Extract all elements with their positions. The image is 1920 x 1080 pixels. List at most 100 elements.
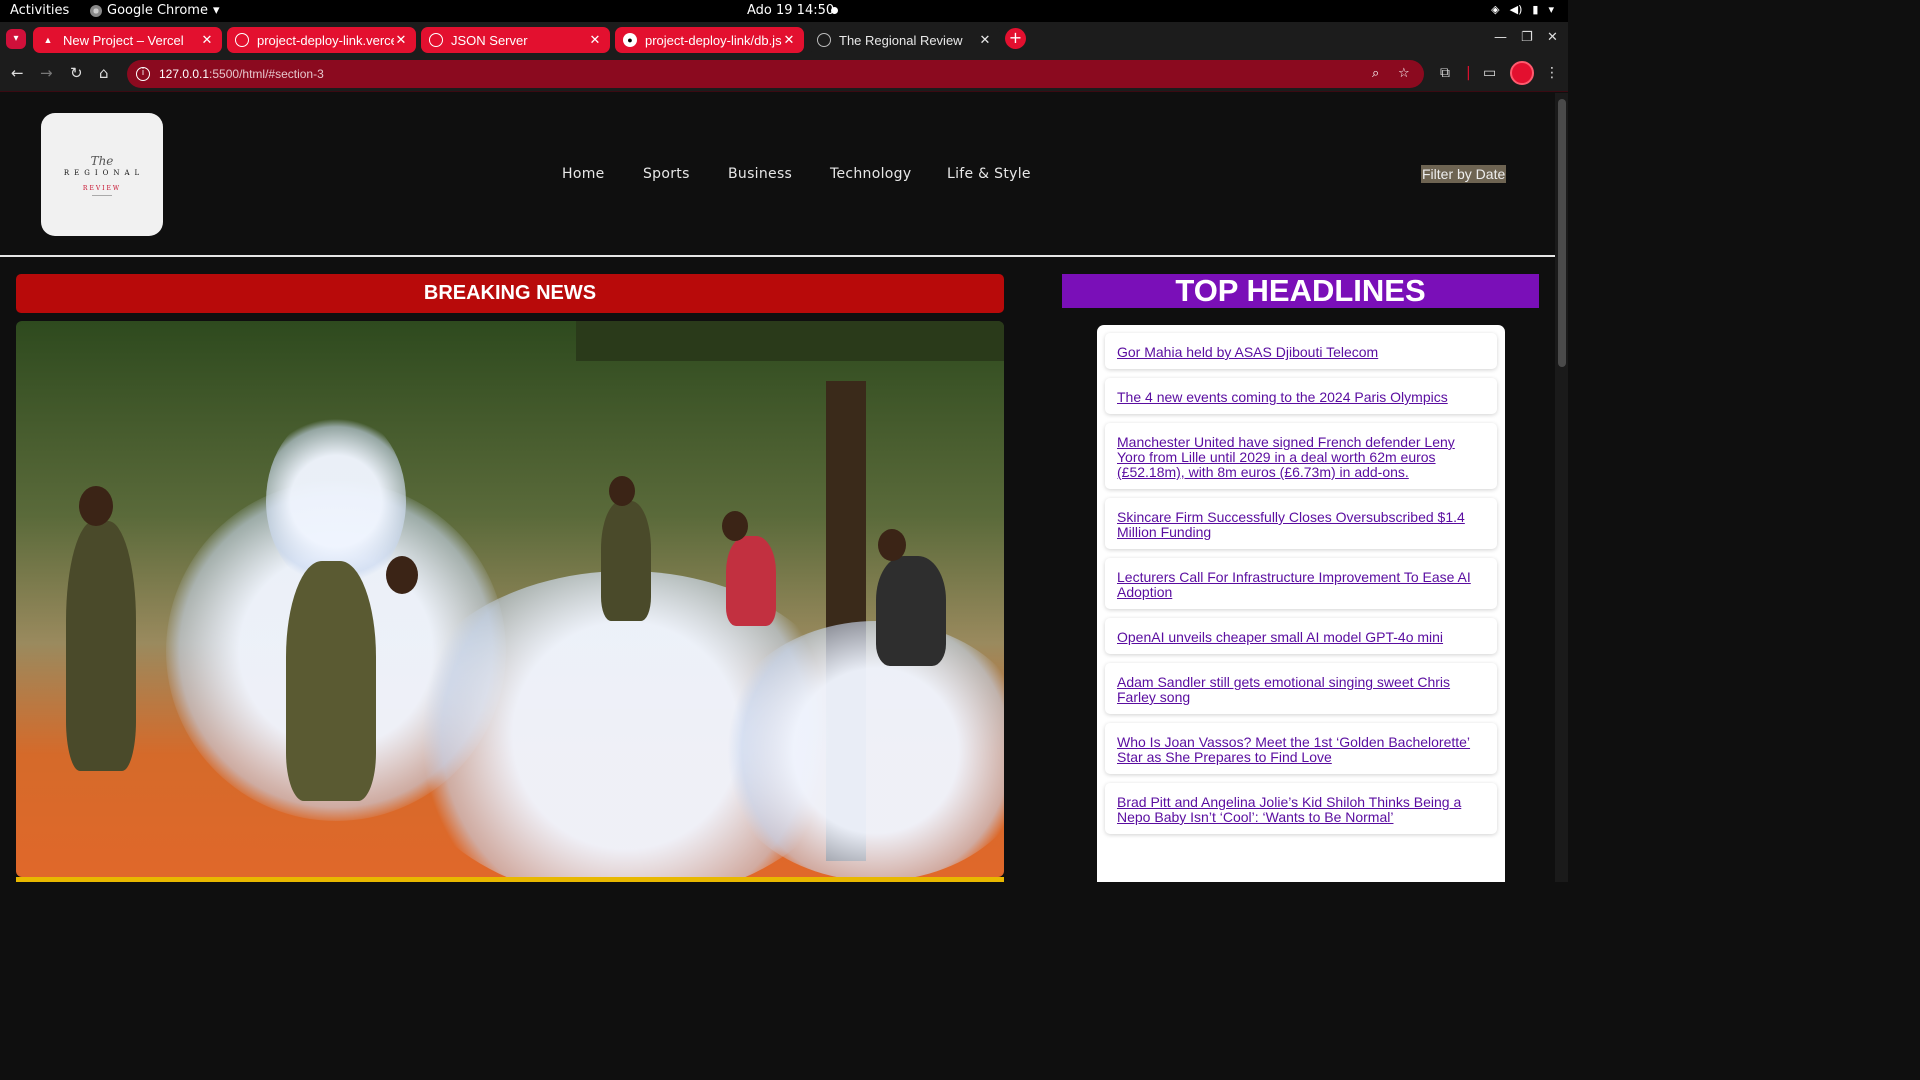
close-icon[interactable]: ✕: [394, 32, 408, 48]
tree-canopy: [576, 321, 1004, 361]
bystander-head: [878, 529, 906, 561]
top-headlines-title: TOP HEADLINES: [1062, 274, 1539, 308]
system-tray[interactable]: ◈ ◀) ▮ ▾: [1491, 3, 1554, 16]
site-logo[interactable]: The REGIONAL REVIEW: [41, 113, 163, 236]
nav-technology[interactable]: Technology: [830, 166, 911, 182]
headline-link[interactable]: OpenAI unveils cheaper small AI model GP…: [1117, 630, 1485, 645]
vercel-triangle-icon: ▲: [43, 35, 53, 45]
headline-link[interactable]: Who Is Joan Vassos? Meet the 1st ‘Golden…: [1117, 735, 1485, 765]
tab-title: The Regional Review: [839, 32, 963, 48]
bystander-figure: [876, 556, 946, 666]
headline-card: OpenAI unveils cheaper small AI model GP…: [1105, 618, 1497, 654]
back-arrow-icon[interactable]: ←: [11, 64, 24, 82]
chrome-icon: [90, 4, 102, 17]
separator-icon: |: [1466, 65, 1471, 81]
globe-icon: [817, 33, 831, 47]
close-icon[interactable]: ✕: [782, 32, 796, 48]
close-icon[interactable]: ✕: [588, 32, 602, 48]
tab-vercel[interactable]: ▲ New Project – Vercel ✕: [33, 27, 222, 53]
zoom-icon[interactable]: ⌕: [1372, 66, 1379, 81]
bystander-head: [609, 476, 635, 506]
volume-icon: ◀): [1509, 3, 1523, 16]
headline-card: Skincare Firm Successfully Closes Oversu…: [1105, 498, 1497, 549]
profile-avatar[interactable]: [1510, 61, 1534, 85]
headline-card: Manchester United have signed French def…: [1105, 423, 1497, 489]
address-bar[interactable]: i 127.0.0.1:5500/html/#section-3 ⌕ ☆: [127, 60, 1424, 88]
clock[interactable]: Ado 19 14:50: [747, 3, 834, 18]
headlines-panel: Gor Mahia held by ASAS Djibouti Telecom …: [1097, 325, 1505, 882]
tab-strip: ▾ ▲ New Project – Vercel ✕ project-deplo…: [0, 22, 1568, 56]
protester-figure: [66, 521, 136, 771]
reload-icon[interactable]: ↻: [70, 64, 83, 82]
logo-script-text: The: [90, 153, 114, 168]
bookmark-star-icon[interactable]: ☆: [1398, 66, 1410, 81]
extensions-puzzle-icon[interactable]: ⧉: [1440, 65, 1450, 81]
tab-title: project-deploy-link.vercel: [257, 32, 394, 48]
more-menu-icon[interactable]: ⋮: [1545, 65, 1559, 81]
maximize-icon[interactable]: ❐: [1521, 30, 1533, 45]
tab-regional-review[interactable]: The Regional Review ✕: [809, 27, 1000, 53]
nav-life-style[interactable]: Life & Style: [947, 166, 1031, 182]
site-header: The REGIONAL REVIEW Home Sports Business…: [0, 93, 1555, 257]
minimize-icon[interactable]: —: [1494, 30, 1507, 45]
headline-card: Who Is Joan Vassos? Meet the 1st ‘Golden…: [1105, 723, 1497, 774]
filter-by-date-button[interactable]: Filter by Date: [1421, 165, 1507, 183]
headline-link[interactable]: Gor Mahia held by ASAS Djibouti Telecom: [1117, 345, 1485, 360]
site-icon: [235, 33, 249, 47]
tab-json-server[interactable]: JSON Server ✕: [421, 27, 610, 53]
activities-button[interactable]: Activities: [10, 3, 69, 18]
close-window-icon[interactable]: ✕: [1547, 30, 1558, 45]
nav-home[interactable]: Home: [562, 166, 605, 182]
cast-icon[interactable]: ▭: [1483, 65, 1496, 81]
url-text[interactable]: 127.0.0.1:5500/html/#section-3: [159, 67, 324, 81]
headline-link[interactable]: Lecturers Call For Infrastructure Improv…: [1117, 570, 1485, 600]
tab-github-db[interactable]: ● project-deploy-link/db.js ✕: [615, 27, 804, 53]
tab-title: New Project – Vercel: [63, 32, 184, 48]
bystander-figure: [726, 536, 776, 626]
logo-main-text: REGIONAL: [63, 168, 145, 177]
notification-dot-icon: [831, 7, 838, 14]
bystander-head: [722, 511, 748, 541]
new-tab-button[interactable]: +: [1005, 28, 1026, 49]
headline-card: Brad Pitt and Angelina Jolie’s Kid Shilo…: [1105, 783, 1497, 834]
protester-figure: [286, 561, 376, 801]
headline-card: Adam Sandler still gets emotional singin…: [1105, 663, 1497, 714]
nav-sports[interactable]: Sports: [643, 166, 690, 182]
tab-project-deploy[interactable]: project-deploy-link.vercel ✕: [227, 27, 416, 53]
protester-head: [79, 486, 113, 526]
tab-title: project-deploy-link/db.js: [645, 32, 782, 48]
close-icon[interactable]: ✕: [978, 32, 992, 48]
close-icon[interactable]: ✕: [200, 32, 214, 48]
forward-arrow-icon[interactable]: →: [40, 64, 53, 82]
protester-head: [386, 556, 418, 594]
bystander-figure: [601, 501, 651, 621]
headline-link[interactable]: Skincare Firm Successfully Closes Oversu…: [1117, 510, 1485, 540]
home-icon[interactable]: ⌂: [99, 64, 109, 82]
headline-link[interactable]: Manchester United have signed French def…: [1117, 435, 1485, 480]
tab-search-button[interactable]: ▾: [6, 29, 26, 49]
headline-link[interactable]: The 4 new events coming to the 2024 Pari…: [1117, 390, 1485, 405]
breaking-news-image[interactable]: [16, 321, 1004, 877]
web-page: The REGIONAL REVIEW Home Sports Business…: [0, 93, 1555, 882]
breaking-news-title: BREAKING NEWS: [16, 274, 1004, 313]
browser-toolbar: ← → ↻ ⌂ i 127.0.0.1:5500/html/#section-3…: [0, 56, 1568, 92]
logo-sub-text: REVIEW: [82, 184, 122, 192]
hero-bottom-strip: [16, 877, 1004, 882]
system-top-bar: Activities Google Chrome ▾ Ado 19 14:50 …: [0, 0, 1568, 22]
nav-business[interactable]: Business: [728, 166, 792, 182]
page-scrollbar[interactable]: [1555, 93, 1568, 882]
url-host: 127.0.0.1: [159, 67, 210, 81]
headline-link[interactable]: Adam Sandler still gets emotional singin…: [1117, 675, 1485, 705]
url-path: :5500/html/#section-3: [209, 67, 324, 81]
app-menu[interactable]: Google Chrome ▾: [90, 3, 220, 18]
scrollbar-thumb[interactable]: [1558, 99, 1566, 367]
tab-title: JSON Server: [451, 32, 528, 48]
app-name-label: Google Chrome: [107, 3, 208, 18]
headline-link[interactable]: Brad Pitt and Angelina Jolie’s Kid Shilo…: [1117, 795, 1485, 825]
network-icon: ◈: [1491, 3, 1500, 16]
headline-card: Gor Mahia held by ASAS Djibouti Telecom: [1105, 333, 1497, 369]
site-info-icon[interactable]: i: [136, 67, 150, 81]
chevron-down-icon: ▾: [1548, 3, 1554, 16]
battery-icon: ▮: [1532, 3, 1539, 16]
logo-divider: [92, 194, 112, 196]
